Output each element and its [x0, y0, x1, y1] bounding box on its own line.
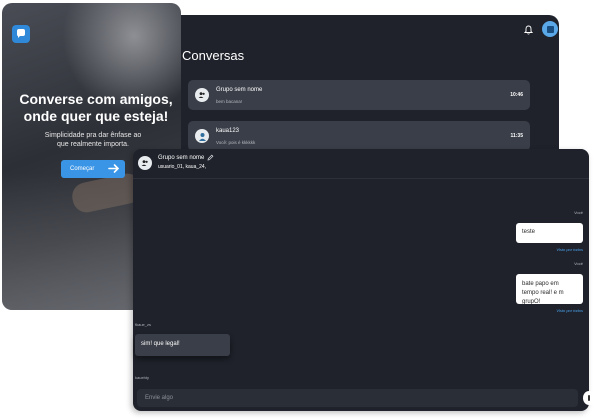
conversation-name: Grupo sem nome [216, 87, 263, 93]
conversations-window: Conversas Grupo sem nome bem bacana! 10:… [168, 15, 559, 165]
seen-status: Visto por todos [556, 247, 583, 252]
start-button[interactable]: Começar [61, 160, 125, 178]
contact-avatar [195, 129, 209, 143]
conversation-last-message: bem bacana! [216, 99, 243, 104]
conversation-item[interactable]: Grupo sem nome bem bacana! 10:46 [188, 80, 530, 110]
user-avatar[interactable] [542, 21, 558, 37]
chat-window: Grupo sem nome usuario_01, kaua_24, Você… [133, 149, 595, 411]
conversation-time: 10:46 [510, 92, 523, 98]
message-bubble-out: teste [516, 223, 583, 243]
group-icon [138, 156, 152, 170]
arrow-right-icon [108, 164, 120, 173]
message-sender: Você [574, 210, 583, 215]
chat-header: Grupo sem nome usuario_01, kaua_24, [133, 149, 589, 179]
conversation-last-message: Você: pois é kkkkkk [216, 140, 256, 145]
seen-status: Visto por todos [556, 308, 583, 313]
group-icon [195, 88, 209, 102]
pencil-icon[interactable] [207, 154, 214, 161]
chat-group-name: Grupo sem nome [158, 155, 205, 161]
conversation-item[interactable]: kaua123 Você: pois é kkkkkk 11:35 [188, 121, 530, 151]
send-button[interactable] [583, 391, 595, 405]
message-bubble-out: bate papo em tempo real! e m grupO! [516, 274, 583, 305]
conversation-name: kaua123 [216, 128, 240, 134]
bell-icon[interactable] [524, 25, 533, 35]
send-icon [588, 395, 590, 401]
message-input[interactable]: Envie algo [137, 389, 578, 407]
chat-logo-icon [12, 25, 30, 43]
page-title: Conversas [182, 48, 245, 63]
hero-subtitle: Simplicidade pra dar ênfase ao que realm… [44, 132, 142, 148]
start-button-label: Começar [70, 166, 95, 172]
message-sender: fkaue_zs [135, 322, 152, 327]
message-bubble-in: sim! que legal! [135, 334, 230, 356]
chat-members: usuario_01, kaua_24, [158, 164, 207, 170]
message-sender: kauehty [135, 375, 150, 380]
message-sender: Você [574, 261, 583, 266]
conversation-time: 11:35 [510, 133, 523, 139]
hero-title: Converse com amigos, onde quer que estej… [19, 91, 173, 124]
